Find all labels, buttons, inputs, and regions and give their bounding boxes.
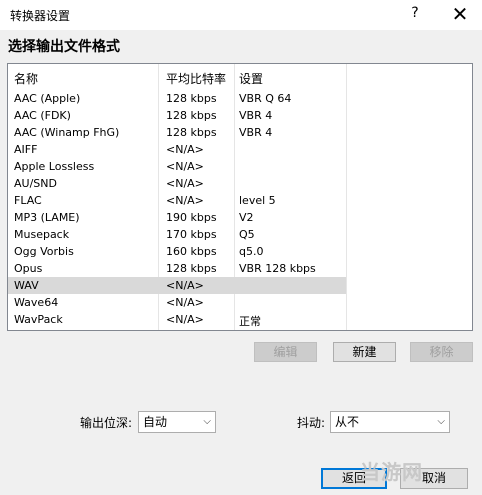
- format-name-cell: Musepack: [14, 228, 70, 241]
- table-row[interactable]: WavPack <N/A> 正常: [8, 311, 346, 328]
- setting-cell: q5.0: [239, 245, 264, 258]
- close-icon[interactable]: ✕: [448, 2, 472, 26]
- format-name-cell: AU/SND: [14, 177, 57, 190]
- page-title: 选择输出文件格式: [8, 39, 120, 55]
- bitrate-cell: <N/A>: [166, 313, 204, 326]
- table-row[interactable]: FLAC <N/A> level 5: [8, 192, 346, 209]
- format-name-cell: Ogg Vorbis: [14, 245, 74, 258]
- bitrate-cell: <N/A>: [166, 160, 204, 173]
- bitrate-cell: <N/A>: [166, 296, 204, 309]
- title-bar: 转换器设置 ? ✕: [0, 0, 482, 30]
- edit-button[interactable]: 编辑: [254, 342, 317, 362]
- format-name-cell: WAV: [14, 279, 39, 292]
- setting-cell: VBR Q 64: [239, 92, 292, 105]
- table-row[interactable]: AIFF <N/A>: [8, 141, 346, 158]
- output-depth-select[interactable]: 自动 ⌵: [138, 411, 216, 433]
- bitrate-cell: <N/A>: [166, 143, 204, 156]
- bitrate-cell: 128 kbps: [166, 126, 217, 139]
- table-row[interactable]: AU/SND <N/A>: [8, 175, 346, 192]
- setting-cell: level 5: [239, 194, 276, 207]
- table-row[interactable]: AAC (FDK) 128 kbps VBR 4: [8, 107, 346, 124]
- table-row[interactable]: AAC (Winamp FhG) 128 kbps VBR 4: [8, 124, 346, 141]
- bitrate-cell: 128 kbps: [166, 262, 217, 275]
- format-name-cell: WavPack: [14, 313, 63, 326]
- table-row[interactable]: WAV <N/A>: [8, 277, 346, 294]
- column-separator: [346, 64, 347, 330]
- column-header-bitrate[interactable]: 平均比特率: [166, 70, 226, 87]
- bitrate-cell: <N/A>: [166, 177, 204, 190]
- format-name-cell: AAC (Apple): [14, 92, 81, 105]
- format-name-cell: AIFF: [14, 143, 38, 156]
- chevron-down-icon: ⌵: [437, 416, 445, 427]
- column-header-settings[interactable]: 设置: [239, 70, 263, 87]
- help-icon[interactable]: ?: [408, 5, 422, 21]
- table-row[interactable]: MP3 (LAME) 190 kbps V2: [8, 209, 346, 226]
- table-row[interactable]: Musepack 170 kbps Q5: [8, 226, 346, 243]
- dither-select[interactable]: 从不 ⌵: [330, 411, 450, 433]
- bitrate-cell: 128 kbps: [166, 92, 217, 105]
- format-name-cell: FLAC: [14, 194, 42, 207]
- table-row[interactable]: Ogg Vorbis 160 kbps q5.0: [8, 243, 346, 260]
- setting-cell: 正常: [239, 315, 261, 328]
- dither-value: 从不: [335, 415, 360, 429]
- window-title: 转换器设置: [10, 9, 71, 23]
- setting-cell: Q5: [239, 228, 255, 241]
- setting-cell: VBR 4: [239, 109, 273, 122]
- output-depth-label: 输出位深:: [80, 416, 133, 430]
- table-row[interactable]: AAC (Apple) 128 kbps VBR Q 64: [8, 90, 346, 107]
- dither-label: 抖动:: [297, 416, 326, 430]
- setting-cell: VBR 128 kbps: [239, 262, 316, 275]
- format-name-cell: Wave64: [14, 296, 59, 309]
- watermark-text: 当游网: [360, 460, 423, 484]
- bitrate-cell: 190 kbps: [166, 211, 217, 224]
- bitrate-cell: 128 kbps: [166, 109, 217, 122]
- format-name-cell: Opus: [14, 262, 43, 275]
- table-row[interactable]: Opus 128 kbps VBR 128 kbps: [8, 260, 346, 277]
- format-name-cell: AAC (FDK): [14, 109, 71, 122]
- table-row[interactable]: Apple Lossless <N/A>: [8, 158, 346, 175]
- format-name-cell: Apple Lossless: [14, 160, 95, 173]
- format-name-cell: MP3 (LAME): [14, 211, 80, 224]
- remove-button[interactable]: 移除: [410, 342, 473, 362]
- setting-cell: VBR 4: [239, 126, 273, 139]
- format-name-cell: AAC (Winamp FhG): [14, 126, 120, 139]
- bitrate-cell: 160 kbps: [166, 245, 217, 258]
- chevron-down-icon: ⌵: [203, 416, 211, 427]
- table-row[interactable]: Wave64 <N/A>: [8, 294, 346, 311]
- new-button[interactable]: 新建: [333, 342, 396, 362]
- bitrate-cell: 170 kbps: [166, 228, 217, 241]
- column-header-name[interactable]: 名称: [14, 70, 38, 87]
- output-depth-value: 自动: [143, 415, 168, 429]
- format-list[interactable]: 名称 平均比特率 设置 AAC (Apple) 128 kbps VBR Q 64 A…: [7, 63, 473, 331]
- setting-cell: V2: [239, 211, 254, 224]
- bitrate-cell: <N/A>: [166, 194, 204, 207]
- bitrate-cell: <N/A>: [166, 279, 204, 292]
